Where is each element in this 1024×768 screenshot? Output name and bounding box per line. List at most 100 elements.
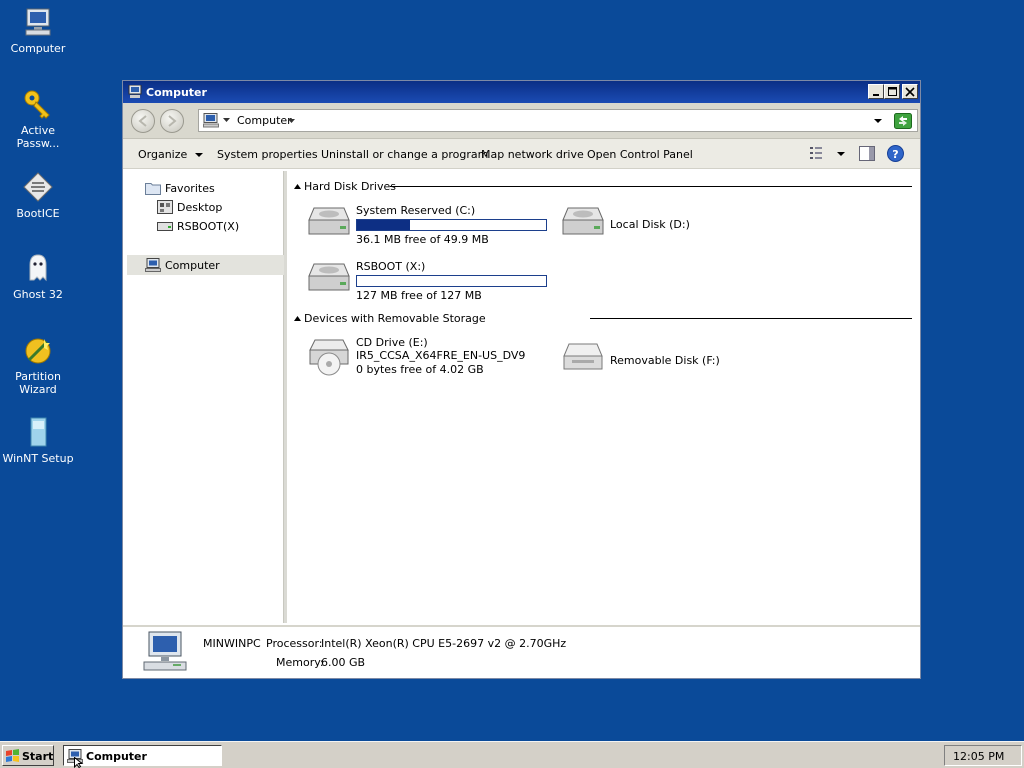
desktop-icon-active-password[interactable]: Active Passw... <box>2 88 74 150</box>
computer-icon <box>145 258 161 272</box>
window-title: Computer <box>146 86 207 99</box>
cd-drive-icon <box>309 339 349 376</box>
nav-computer[interactable]: Computer <box>145 258 220 272</box>
desktop-icon-label: Ghost 32 <box>13 288 63 301</box>
address-path: Computer <box>237 114 292 127</box>
drive-item-d[interactable]: Local Disk (D:) <box>560 204 760 246</box>
organize-label: Organize <box>138 148 188 161</box>
caret-down-icon[interactable] <box>837 152 845 157</box>
group-header-hard-disk-drives[interactable]: Hard Disk Drives <box>294 180 396 193</box>
clock[interactable]: 12:05 PM <box>953 750 1004 763</box>
caret-down-icon[interactable] <box>288 119 295 124</box>
uninstall-program-button[interactable]: Uninstall or change a program <box>321 148 488 161</box>
desktop-icon-bootice[interactable]: BootICE <box>2 171 74 220</box>
navigation-pane: Favorites Desktop RSBOOT(X) Computer <box>127 171 284 623</box>
caret-down-icon <box>194 153 203 157</box>
back-button[interactable] <box>131 109 155 133</box>
details-pane: MINWINPC Processor: Intel(R) Xeon(R) CPU… <box>123 625 920 678</box>
maximize-button[interactable] <box>884 84 900 99</box>
title-bar[interactable]: Computer <box>123 81 920 103</box>
address-field[interactable]: Computer <box>198 109 918 132</box>
taskbar: Start Computer 12:05 PM <box>0 741 1024 768</box>
computer-icon <box>25 8 51 36</box>
group-header-removable-storage[interactable]: Devices with Removable Storage <box>294 312 486 325</box>
minimize-button[interactable] <box>868 84 884 99</box>
computer-icon <box>128 85 142 98</box>
desktop-icon-label: Active Passw... <box>16 124 60 150</box>
drive-item-e[interactable]: CD Drive (E:) IR5_CCSA_X64FRE_EN-US_DV9 … <box>306 336 556 378</box>
minimize-icon <box>873 94 879 96</box>
drive-volume-label: IR5_CCSA_X64FRE_EN-US_DV9 <box>356 349 526 362</box>
hard-drive-icon <box>562 207 604 235</box>
nav-rsboot-label: RSBOOT(X) <box>177 220 240 233</box>
close-button[interactable] <box>902 84 918 99</box>
nav-favorites[interactable]: Favorites <box>145 181 215 195</box>
nav-favorites-label: Favorites <box>165 182 215 195</box>
mouse-pointer-icon <box>74 757 84 768</box>
refresh-icon[interactable] <box>894 113 912 129</box>
group-title: Hard Disk Drives <box>304 180 397 193</box>
address-bar: Computer <box>123 103 920 139</box>
hard-drive-icon <box>308 263 350 291</box>
command-bar: Organize System properties Uninstall or … <box>123 139 920 169</box>
nav-computer-label: Computer <box>165 259 220 272</box>
view-options-icon[interactable] <box>809 146 823 160</box>
drive-free-space: 127 MB free of 127 MB <box>356 289 482 302</box>
group-divider <box>390 186 912 187</box>
memory-value: 6.00 GB <box>321 656 366 669</box>
address-history-dropdown-icon[interactable] <box>874 119 882 124</box>
open-control-panel-button[interactable]: Open Control Panel <box>587 148 693 161</box>
svg-text:?: ? <box>892 148 898 161</box>
system-properties-button[interactable]: System properties <box>217 148 318 161</box>
maximize-icon <box>888 87 897 96</box>
pane-splitter[interactable] <box>284 171 287 623</box>
drive-name: Removable Disk (F:) <box>610 354 720 367</box>
arrow-right-icon <box>168 115 177 127</box>
processor-label: Processor: <box>266 637 323 650</box>
drive-name: Local Disk (D:) <box>610 218 690 231</box>
group-divider <box>590 318 912 319</box>
setup-icon <box>30 417 47 447</box>
processor-value: Intel(R) Xeon(R) CPU E5-2697 v2 @ 2.70GH… <box>321 637 567 650</box>
desktop-icon <box>157 200 173 214</box>
nav-rsboot[interactable]: RSBOOT(X) <box>157 219 239 233</box>
windows-logo-icon <box>6 749 19 762</box>
help-icon[interactable]: ? <box>887 145 904 162</box>
drive-name: System Reserved (C:) <box>356 204 476 217</box>
drive-name: RSBOOT (X:) <box>356 260 426 273</box>
computer-icon <box>203 113 219 128</box>
wizard-icon <box>25 338 51 364</box>
memory-label: Memory: <box>276 656 324 669</box>
drive-item-c[interactable]: System Reserved (C:) 36.1 MB free of 49.… <box>306 204 556 246</box>
forward-button[interactable] <box>160 109 184 133</box>
desktop-icon-label: WinNT Setup <box>2 452 74 465</box>
organize-menu[interactable]: Organize <box>138 148 203 161</box>
preview-pane-icon[interactable] <box>859 146 875 161</box>
drive-free-space: 36.1 MB free of 49.9 MB <box>356 233 489 246</box>
drive-icon <box>157 222 173 231</box>
collapse-arrow-icon <box>294 184 301 189</box>
key-icon <box>24 90 50 119</box>
nav-desktop[interactable]: Desktop <box>157 200 222 214</box>
capacity-bar <box>356 275 547 287</box>
desktop-icon-winnt-setup[interactable]: WinNT Setup <box>2 416 74 465</box>
group-title: Devices with Removable Storage <box>304 312 486 325</box>
drive-item-x[interactable]: RSBOOT (X:) 127 MB free of 127 MB <box>306 260 556 302</box>
close-icon <box>905 87 915 97</box>
explorer-window: Computer Computer Organize System proper… <box>122 80 921 679</box>
notification-area: 12:05 PM <box>944 745 1022 766</box>
computer-icon <box>143 631 187 671</box>
desktop-icon-ghost32[interactable]: Ghost 32 <box>2 252 74 301</box>
caret-down-icon <box>223 118 230 122</box>
start-button[interactable]: Start <box>2 745 54 766</box>
nav-desktop-label: Desktop <box>177 201 223 214</box>
desktop-icon-label: BootICE <box>16 207 60 220</box>
map-network-drive-button[interactable]: Map network drive <box>481 148 584 161</box>
desktop-icon-computer[interactable]: Computer <box>2 6 74 55</box>
taskbar-item-computer[interactable]: Computer <box>63 745 222 766</box>
drive-item-f[interactable]: Removable Disk (F:) <box>560 336 760 378</box>
folder-icon <box>145 183 161 195</box>
desktop-icon-partition-wizard[interactable]: Partition Wizard <box>2 334 74 396</box>
drive-name: CD Drive (E:) <box>356 336 428 349</box>
start-label: Start <box>22 750 54 763</box>
